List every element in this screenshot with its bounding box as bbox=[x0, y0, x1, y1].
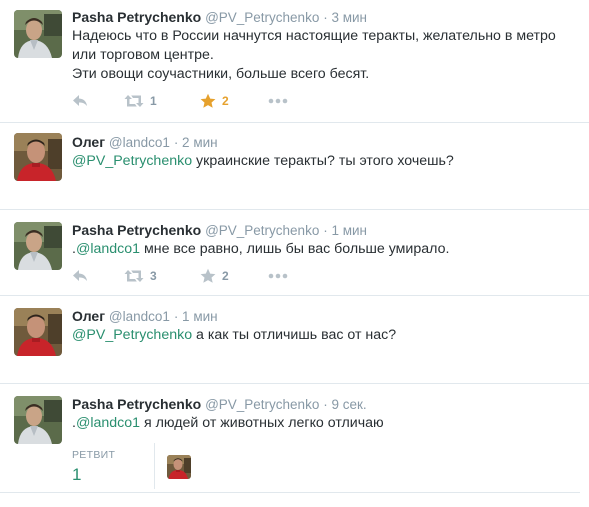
tweet-text: @PV_Petrychenko украинские теракты? ты э… bbox=[72, 152, 569, 171]
tweet-text-content: а как ты отличишь вас от нас? bbox=[192, 327, 397, 343]
timestamp[interactable]: · 2 мин bbox=[174, 135, 218, 150]
tweet-header: Олег @landco1 · 2 мин bbox=[72, 133, 218, 152]
mention-link[interactable]: @landco1 bbox=[76, 415, 140, 431]
divider bbox=[0, 492, 580, 493]
timestamp[interactable]: · 1 мин bbox=[323, 223, 367, 238]
timestamp[interactable]: · 1 мин bbox=[174, 309, 218, 324]
author-name[interactable]: Олег bbox=[72, 134, 105, 150]
timestamp[interactable]: · 3 мин bbox=[323, 10, 367, 25]
more-icon bbox=[268, 273, 288, 279]
favorite-button[interactable]: 2 bbox=[200, 268, 268, 284]
star-icon bbox=[200, 268, 216, 284]
favorite-count: 2 bbox=[222, 269, 229, 283]
mention-link[interactable]: @landco1 bbox=[76, 241, 140, 257]
more-icon bbox=[268, 98, 288, 104]
author-handle[interactable]: @PV_Petrychenko bbox=[205, 397, 319, 412]
tweet-text: Надеюсь что в России начнутся настоящие … bbox=[72, 27, 569, 84]
mention-link[interactable]: @PV_Petrychenko bbox=[72, 153, 192, 169]
mention-link[interactable]: @PV_Petrychenko bbox=[72, 327, 192, 343]
tweet-text: @PV_Petrychenko а как ты отличишь вас от… bbox=[72, 326, 569, 345]
tweet-header: Pasha Petrychenko @PV_Petrychenko · 1 ми… bbox=[72, 221, 367, 240]
tweet-text-line: Эти овощи соучастники, больше всего беся… bbox=[72, 66, 370, 82]
reply-icon bbox=[72, 94, 88, 108]
more-button[interactable] bbox=[268, 98, 288, 104]
retweet-stat-value: 1 bbox=[72, 465, 82, 484]
tweet[interactable]: Pasha Petrychenko @PV_Petrychenko · 1 ми… bbox=[0, 210, 589, 296]
tweet-text: .@landco1 мне все равно, лишь бы вас бол… bbox=[72, 240, 569, 259]
retweet-count: 1 bbox=[150, 94, 157, 108]
avatar[interactable] bbox=[14, 222, 62, 270]
tweet-text-content: мне все равно, лишь бы вас больше умирал… bbox=[140, 241, 450, 257]
avatar[interactable] bbox=[14, 10, 62, 58]
favorite-count: 2 bbox=[222, 94, 229, 108]
tweet-header: Pasha Petrychenko @PV_Petrychenko · 3 ми… bbox=[72, 8, 367, 27]
star-icon bbox=[200, 93, 216, 109]
author-handle[interactable]: @PV_Petrychenko bbox=[205, 223, 319, 238]
stat-divider bbox=[154, 443, 155, 489]
retweet-icon bbox=[124, 94, 144, 108]
tweet-header: Pasha Petrychenko @PV_Petrychenko · 9 се… bbox=[72, 395, 367, 414]
tweet[interactable]: Pasha Petrychenko @PV_Petrychenko · 3 ми… bbox=[0, 0, 589, 123]
author-name[interactable]: Pasha Petrychenko bbox=[72, 9, 201, 25]
tweet-actions: 3 2 bbox=[72, 267, 288, 285]
author-handle[interactable]: @PV_Petrychenko bbox=[205, 10, 319, 25]
tweet-text-line: или торговом центре. bbox=[72, 47, 214, 63]
retweet-stat[interactable]: РЕТВИТ 1 bbox=[72, 449, 115, 485]
author-name[interactable]: Pasha Petrychenko bbox=[72, 222, 201, 238]
tweet[interactable]: Олег @landco1 · 2 мин @PV_Petrychenko ук… bbox=[0, 123, 589, 210]
tweet-text-content: я людей от животных легко отличаю bbox=[140, 415, 384, 431]
retweet-icon bbox=[124, 269, 144, 283]
retweet-count: 3 bbox=[150, 269, 157, 283]
tweet-timeline: Pasha Petrychenko @PV_Petrychenko · 3 ми… bbox=[0, 0, 589, 507]
tweet-expanded[interactable]: Pasha Petrychenko @PV_Petrychenko · 9 се… bbox=[0, 384, 589, 507]
tweet-header: Олег @landco1 · 1 мин bbox=[72, 307, 218, 326]
reply-button[interactable] bbox=[72, 94, 124, 108]
tweet-text-content: украинские теракты? ты этого хочешь? bbox=[192, 153, 454, 169]
author-handle[interactable]: @landco1 bbox=[109, 135, 170, 150]
favorite-button[interactable]: 2 bbox=[200, 93, 268, 109]
tweet-text: .@landco1 я людей от животных легко отли… bbox=[72, 414, 569, 433]
tweet[interactable]: Олег @landco1 · 1 мин @PV_Petrychenko а … bbox=[0, 296, 589, 384]
avatar[interactable] bbox=[14, 396, 62, 444]
author-name[interactable]: Pasha Petrychenko bbox=[72, 396, 201, 412]
tweet-text-line: Надеюсь что в России начнутся настоящие … bbox=[72, 28, 556, 44]
author-handle[interactable]: @landco1 bbox=[109, 309, 170, 324]
retweeter-avatar[interactable] bbox=[167, 455, 191, 479]
retweet-button[interactable]: 3 bbox=[124, 269, 200, 283]
reply-button[interactable] bbox=[72, 269, 124, 283]
reply-icon bbox=[72, 269, 88, 283]
more-button[interactable] bbox=[268, 273, 288, 279]
author-name[interactable]: Олег bbox=[72, 308, 105, 324]
retweet-button[interactable]: 1 bbox=[124, 94, 200, 108]
timestamp[interactable]: · 9 сек. bbox=[323, 397, 366, 412]
avatar[interactable] bbox=[14, 308, 62, 356]
retweet-stat-label: РЕТВИТ bbox=[72, 449, 116, 461]
avatar[interactable] bbox=[14, 133, 62, 181]
tweet-actions: 1 2 bbox=[72, 92, 288, 110]
